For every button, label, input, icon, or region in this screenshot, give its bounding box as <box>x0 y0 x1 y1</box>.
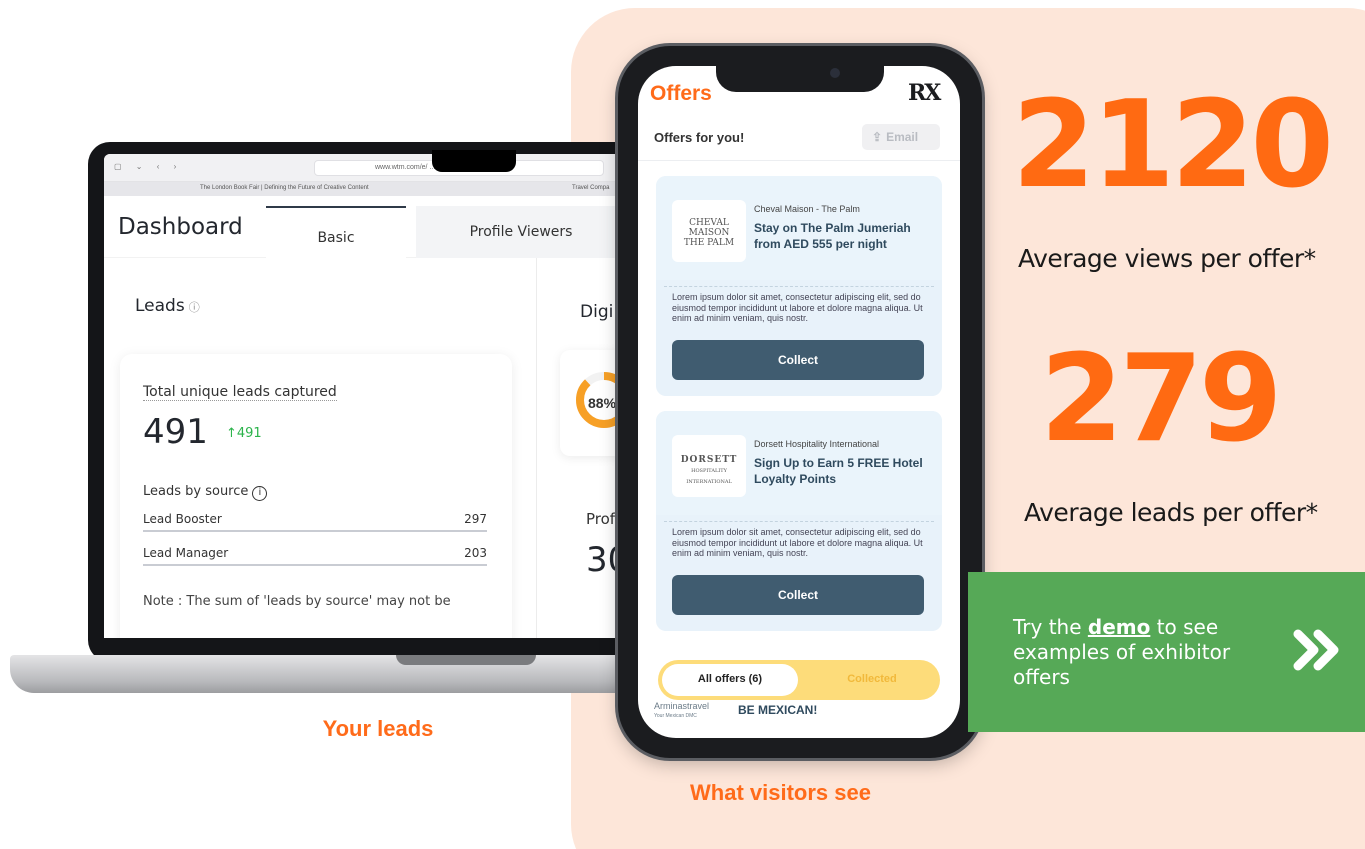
collect-button[interactable]: Collect <box>672 575 924 615</box>
info-icon[interactable]: i <box>252 486 268 501</box>
source-name: Lead Manager <box>143 546 229 560</box>
rx-logo: RX <box>908 80 941 106</box>
header-divider <box>638 160 960 161</box>
stat-leads-value: 279 <box>1040 330 1282 469</box>
browser-tabs: The London Book Fair | Defining the Futu… <box>104 182 644 196</box>
source-row: Lead Manager 203 <box>143 544 487 566</box>
tab-basic[interactable]: Basic <box>266 206 406 258</box>
your-leads-caption-text: Your leads <box>322 716 434 741</box>
offer-company: Dorsett Hospitality International <box>754 439 880 449</box>
stat-views-label: Average views per offer* <box>1018 244 1316 273</box>
browser-tab[interactable]: The London Book Fair | Defining the Futu… <box>200 185 369 191</box>
leads-heading: Leads ⓘ <box>135 296 200 316</box>
logo-line: Your Mexican DMC <box>654 713 697 719</box>
stat-leads-label: Average leads per offer* <box>1024 498 1318 527</box>
tab-collected[interactable]: Collected <box>808 664 936 696</box>
source-row: Lead Booster 297 <box>143 510 487 532</box>
offers-segmented-control: All offers (6) Collected <box>658 660 940 700</box>
double-chevron-right-icon[interactable] <box>1290 622 1346 678</box>
offer-card[interactable]: DORSETT HOSPITALITY INTERNATIONAL Dorset… <box>656 411 942 631</box>
page-title: Dashboard <box>118 214 243 240</box>
email-button[interactable]: ⇪ Email <box>862 124 940 150</box>
logo-line: CHEVAL <box>689 218 729 228</box>
leads-by-source-text: Leads by source <box>143 484 249 499</box>
laptop-camera-notch <box>432 150 516 172</box>
offer-description: Lorem ipsum dolor sit amet, consectetur … <box>672 292 923 323</box>
offer-description: Lorem ipsum dolor sit amet, consectetur … <box>672 527 923 558</box>
email-button-label: Email <box>886 130 919 144</box>
browser-nav-icons[interactable]: ▢ ⌄ ‹ › <box>114 162 182 171</box>
info-icon[interactable]: ⓘ <box>189 301 200 314</box>
leads-by-source-label: Leads by source i <box>143 484 268 501</box>
offers-subheading: Offers for you! <box>654 130 745 145</box>
logo-line: THE PALM <box>683 238 735 248</box>
camera-icon <box>830 68 840 78</box>
demo-prefix: Try the <box>1013 615 1088 639</box>
laptop-base-notch <box>396 655 536 665</box>
offer-headline: Sign Up to Earn 5 FREE Hotel Loyalty Poi… <box>754 456 923 486</box>
logo-line: HOSPITALITY <box>691 468 727 474</box>
logo-line: DORSETT <box>680 455 738 465</box>
perforation-line <box>664 521 934 522</box>
laptop-screen: ▢ ⌄ ‹ › www.wtm.com/e/ ... .html#/ The L… <box>104 154 644 638</box>
logo-line: MAISON <box>688 228 730 238</box>
total-leads-label: Total unique leads captured <box>143 384 337 401</box>
offer-logo-cheval: CHEVAL MAISON THE PALM <box>672 200 746 262</box>
total-leads-value: 491 <box>143 412 208 452</box>
phone-notch <box>716 60 884 92</box>
donut-value: 88% <box>588 395 617 411</box>
column-divider <box>536 258 537 638</box>
offer-headline: BE MEXICAN! <box>738 703 818 717</box>
phone-screen: Offers RX Offers for you! ⇪ Email CHEVAL … <box>638 66 960 738</box>
profile-heading: Prof <box>586 510 616 528</box>
source-name: Lead Booster <box>143 512 222 526</box>
laptop-base <box>10 655 660 693</box>
browser-toolbar: ▢ ⌄ ‹ › www.wtm.com/e/ ... .html#/ <box>104 154 644 182</box>
offer-company: Cheval Maison - The Palm <box>754 204 860 214</box>
demo-link[interactable]: demo <box>1088 615 1150 639</box>
digital-heading: Digi <box>580 302 614 322</box>
perforation-line <box>664 286 934 287</box>
stat-views-value: 2120 <box>1012 76 1334 215</box>
tab-all-offers[interactable]: All offers (6) <box>662 664 798 696</box>
tab-profile-viewers[interactable]: Profile Viewers <box>416 206 626 258</box>
demo-cta-text: Try the demo to see examples of exhibito… <box>1013 615 1283 690</box>
collect-button[interactable]: Collect <box>672 340 924 380</box>
source-value: 203 <box>464 546 487 560</box>
offer-logo-dorsett: DORSETT HOSPITALITY INTERNATIONAL <box>672 435 746 497</box>
offer-card[interactable]: CHEVAL MAISON THE PALM Cheval Maison - T… <box>656 176 942 396</box>
source-value: 297 <box>464 512 487 526</box>
share-icon: ⇪ <box>872 130 883 144</box>
browser-tab[interactable]: Travel Compa <box>572 185 609 191</box>
promo-stage: ▢ ⌄ ‹ › www.wtm.com/e/ ... .html#/ The L… <box>0 0 1365 849</box>
offer-logo-arminas: Arminastravel Your Mexican DMC <box>654 702 709 720</box>
total-leads-change: ↑491 <box>226 426 262 441</box>
app-title: Offers <box>650 82 712 105</box>
logo-line: INTERNATIONAL <box>686 479 732 485</box>
offer-headline: Stay on The Palm Jumeriah from AED 555 p… <box>754 221 911 251</box>
what-visitors-see-caption: What visitors see <box>690 780 871 805</box>
leads-heading-label: Leads <box>135 296 185 316</box>
leads-note: Note : The sum of 'leads by source' may … <box>143 594 451 609</box>
logo-line: Arminastravel <box>654 701 710 711</box>
dashboard-header: Dashboard Basic Profile Viewers <box>104 196 644 258</box>
